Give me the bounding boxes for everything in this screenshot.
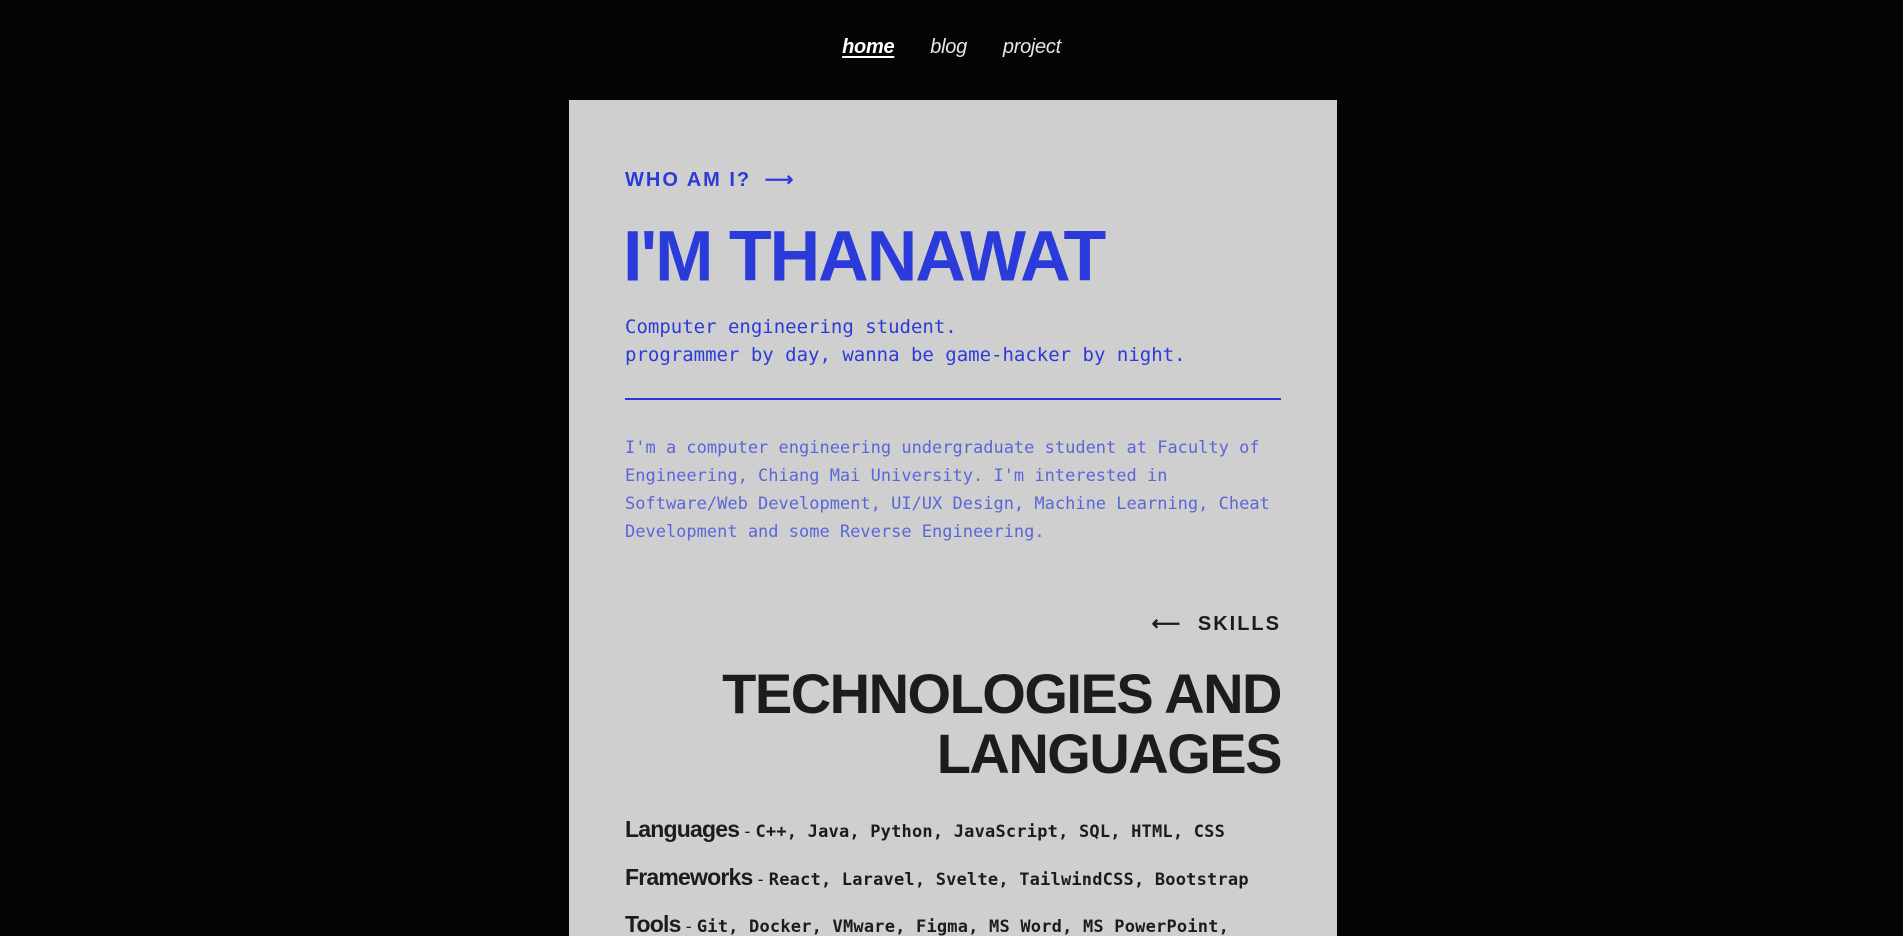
top-nav: home blog project bbox=[0, 30, 1903, 64]
skill-row-languages: Languages - C++, Java, Python, JavaScript,… bbox=[625, 816, 1225, 843]
skill-row-items: C++, Java, Python, JavaScript, SQL, HTML… bbox=[755, 822, 1226, 842]
skills-eyebrow: ⟵ SKILLS bbox=[1152, 611, 1281, 636]
skill-row-separator: - bbox=[742, 822, 753, 842]
skill-row-items: React, Laravel, Svelte, TailwindCSS, Boo… bbox=[768, 870, 1249, 890]
arrow-left-icon: ⟵ bbox=[1151, 613, 1183, 635]
skills-title-line-2: LANGUAGES bbox=[936, 722, 1283, 785]
bio-paragraph: I'm a computer engineering undergraduate… bbox=[625, 438, 1270, 542]
skills-title-line-1: TECHNOLOGIES AND bbox=[722, 662, 1282, 725]
tagline-line-1: Computer engineering student. bbox=[625, 316, 957, 338]
who-am-i-eyebrow: WHO AM I? ⟶ bbox=[625, 167, 795, 192]
skill-row-items: Git, Docker, VMware, Figma, MS Word, MS … bbox=[696, 917, 1230, 936]
skill-row-tools: Tools - Git, Docker, VMware, Figma, MS Wor… bbox=[625, 911, 1229, 936]
tagline: Computer engineering student. programmer… bbox=[625, 313, 1186, 369]
hero-title: I'M THANAWAT bbox=[623, 216, 1106, 296]
content-card: WHO AM I? ⟶ I'M THANAWAT Computer engine… bbox=[569, 100, 1337, 936]
skills-title: TECHNOLOGIES AND LANGUAGES bbox=[625, 662, 1283, 785]
skill-row-separator: - bbox=[755, 870, 766, 890]
skill-row-separator: - bbox=[683, 917, 694, 936]
nav-link-home[interactable]: home bbox=[842, 36, 894, 59]
skills-label: SKILLS bbox=[1197, 613, 1281, 635]
who-am-i-label: WHO AM I? bbox=[625, 169, 752, 191]
skill-row-label: Tools bbox=[625, 911, 681, 936]
divider bbox=[625, 398, 1281, 400]
arrow-right-icon: ⟶ bbox=[764, 169, 796, 191]
nav-link-blog[interactable]: blog bbox=[930, 36, 967, 59]
skill-row-label: Frameworks bbox=[625, 864, 753, 890]
nav-link-project[interactable]: project bbox=[1003, 36, 1061, 59]
skill-row-frameworks: Frameworks - React, Laravel, Svelte, Tailw… bbox=[625, 864, 1249, 891]
tagline-line-2: programmer by day, wanna be game-hacker … bbox=[625, 344, 1186, 366]
skill-row-label: Languages bbox=[625, 816, 740, 842]
